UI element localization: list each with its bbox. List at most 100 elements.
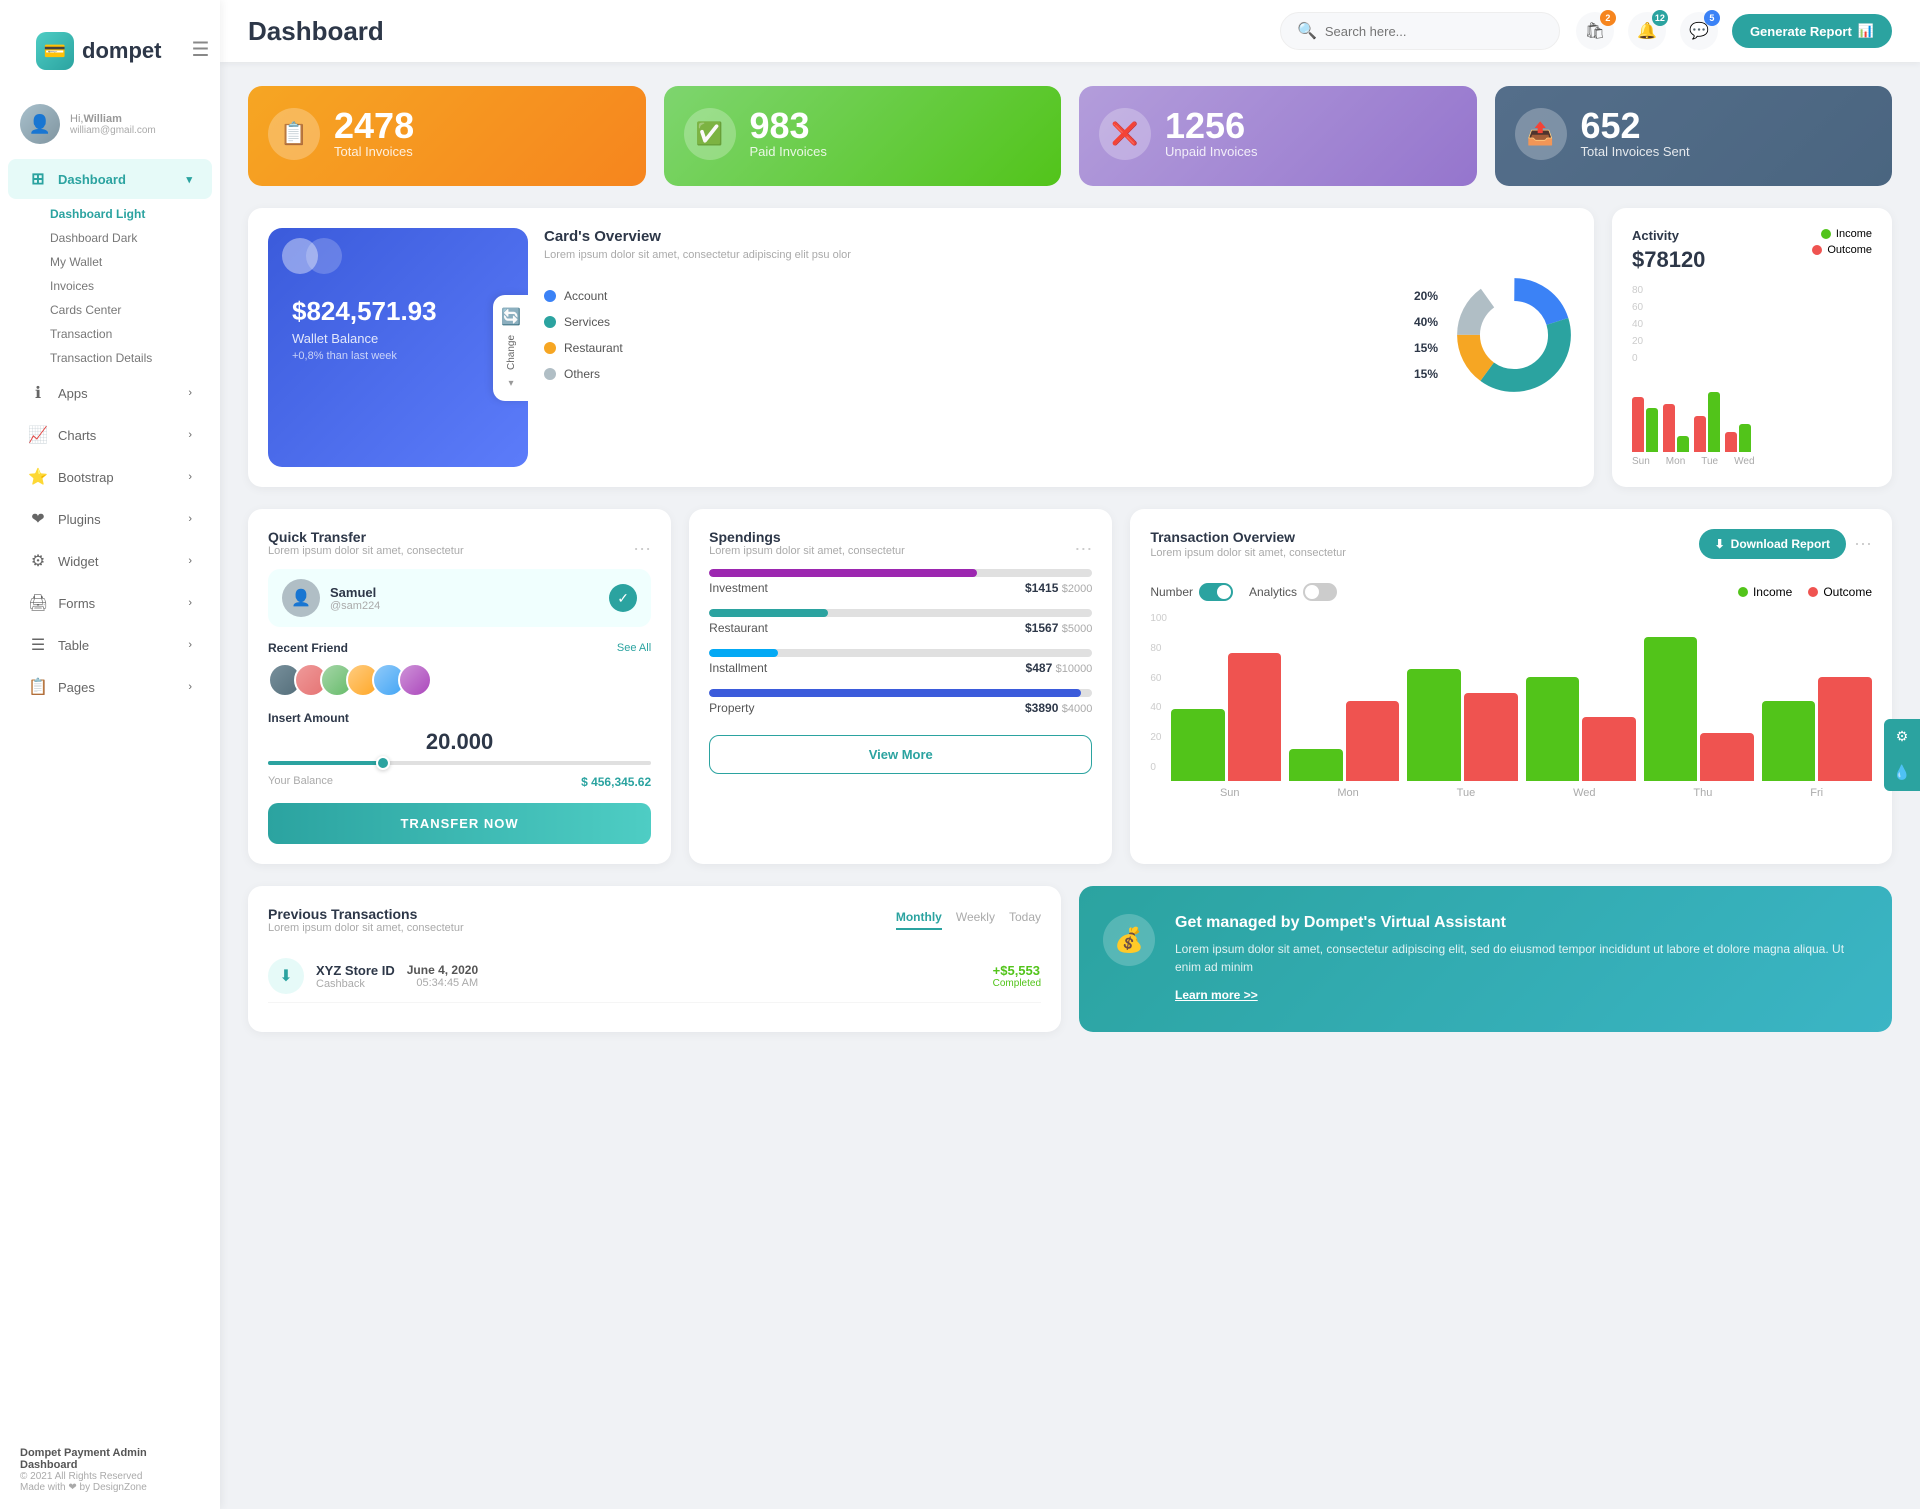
- sidebar-item-plugins[interactable]: ❤ Plugins ›: [8, 499, 212, 539]
- analytics-toggle[interactable]: [1303, 583, 1337, 601]
- paid-invoices-icon: ✅: [684, 108, 736, 160]
- bar-group-tue: [1694, 392, 1720, 452]
- card-circle-2: [306, 238, 342, 274]
- bar-group-thu: [1644, 637, 1754, 781]
- change-btn[interactable]: 🔄 Change ▾: [493, 294, 528, 400]
- download-label: Download Report: [1731, 537, 1830, 551]
- total-invoices-icon: 📋: [268, 108, 320, 160]
- sidebar-item-dashboard[interactable]: ⊞ Dashboard ▾: [8, 159, 212, 199]
- sidebar-item-label: Plugins: [58, 512, 101, 527]
- sidebar-item-bootstrap[interactable]: ⭐ Bootstrap ›: [8, 457, 212, 497]
- sidebar-item-widget[interactable]: ⚙ Widget ›: [8, 541, 212, 581]
- spendings-panel: Spendings Lorem ipsum dolor sit amet, co…: [689, 509, 1112, 864]
- number-toggle[interactable]: [1199, 583, 1233, 601]
- outcome-bar: [1632, 397, 1644, 452]
- tab-monthly[interactable]: Monthly: [896, 910, 942, 930]
- chevron-right-icon: ›: [188, 471, 192, 483]
- submenu-item-transaction[interactable]: Transaction: [50, 322, 200, 346]
- settings-icon-btn[interactable]: ⚙: [1884, 719, 1920, 755]
- outcome-dot: [1812, 245, 1822, 255]
- chevron-right-icon: ›: [188, 681, 192, 693]
- submenu-item-dashboard-dark[interactable]: Dashboard Dark: [50, 226, 200, 250]
- sidebar-item-forms[interactable]: 🖨 Forms ›: [8, 583, 212, 623]
- friend-avatar-6[interactable]: [398, 663, 432, 697]
- txn-overview-menu-icon[interactable]: ⋯: [1854, 534, 1872, 555]
- submenu-item-cards-center[interactable]: Cards Center: [50, 298, 200, 322]
- contact-handle: @sam224: [330, 600, 380, 612]
- income-bar: [1171, 709, 1225, 781]
- donut-chart: [1454, 275, 1574, 395]
- txn-bar-chart: [1171, 621, 1872, 781]
- sidebar-item-charts[interactable]: 📈 Charts ›: [8, 415, 212, 455]
- tab-today[interactable]: Today: [1009, 910, 1041, 930]
- wallet-card: $824,571.93 Wallet Balance +0,8% than la…: [268, 228, 528, 467]
- stat-card-total-sent: 📤 652 Total Invoices Sent: [1495, 86, 1893, 186]
- amount-slider[interactable]: [268, 761, 651, 765]
- table-row: ⬇ XYZ Store ID Cashback June 4, 2020 05:…: [268, 950, 1041, 1003]
- quick-transfer-menu-icon[interactable]: ⋯: [633, 539, 651, 560]
- sidebar-item-pages[interactable]: 📋 Pages ›: [8, 667, 212, 707]
- spending-item-installment: Installment $487 $10000: [709, 649, 1092, 675]
- logo-text: dompet: [82, 38, 161, 64]
- submenu-item-transaction-details[interactable]: Transaction Details: [50, 346, 200, 370]
- recent-friends-row: Recent Friend See All: [268, 641, 651, 655]
- download-report-button[interactable]: ⬇ Download Report: [1699, 529, 1846, 559]
- chevron-down-icon: ▾: [509, 378, 514, 389]
- submenu-item-my-wallet[interactable]: My Wallet: [50, 250, 200, 274]
- footer-copyright: © 2021 All Rights Reserved: [20, 1471, 200, 1482]
- txn-chart-container: 100 80 60 40 20 0: [1150, 613, 1872, 799]
- water-drop-icon-btn[interactable]: 💧: [1884, 755, 1920, 791]
- income-bar: [1762, 701, 1816, 781]
- chat-icon-btn[interactable]: 💬 5: [1680, 12, 1718, 50]
- income-bar: [1708, 392, 1720, 452]
- sidebar-item-label: Widget: [58, 554, 98, 569]
- footer-made-with: Made with ❤ by DesignZone: [20, 1482, 200, 1493]
- txn-overview-subtitle: Lorem ipsum dolor sit amet, consectetur: [1150, 547, 1346, 559]
- sidebar-item-label: Charts: [58, 428, 96, 443]
- transfer-now-button[interactable]: TRANSFER NOW: [268, 803, 651, 844]
- va-learn-more-link[interactable]: Learn more >>: [1175, 988, 1258, 1002]
- page-title: Dashboard: [248, 16, 1264, 47]
- avatar: 👤: [20, 104, 60, 144]
- outcome-legend: Income Outcome: [1738, 585, 1872, 599]
- bell-icon-btn[interactable]: 🔔 12: [1628, 12, 1666, 50]
- sidebar-item-table[interactable]: ☰ Table ›: [8, 625, 212, 665]
- total-invoices-label: Total Invoices: [334, 144, 414, 159]
- txn-type-icon: ⬇: [268, 958, 304, 994]
- total-sent-label: Total Invoices Sent: [1581, 144, 1690, 159]
- sidebar-item-label: Apps: [58, 386, 88, 401]
- chevron-right-icon: ›: [188, 555, 192, 567]
- prev-txn-row: Previous Transactions Lorem ipsum dolor …: [248, 886, 1892, 1032]
- search-input[interactable]: [1325, 24, 1525, 39]
- search-icon: 🔍: [1297, 21, 1317, 41]
- unpaid-invoices-number: 1256: [1165, 108, 1258, 144]
- generate-report-button[interactable]: Generate Report 📊: [1732, 14, 1892, 48]
- submenu-item-dashboard-light[interactable]: Dashboard Light: [50, 202, 200, 226]
- check-icon: ✓: [609, 584, 637, 612]
- chart-row: Account 20% Services 40% Restaurant: [544, 275, 1574, 395]
- see-all-link[interactable]: See All: [617, 642, 651, 654]
- stat-card-unpaid-invoices: ❌ 1256 Unpaid Invoices: [1079, 86, 1477, 186]
- bar-group-wed: [1725, 424, 1751, 452]
- view-more-button[interactable]: View More: [709, 735, 1092, 774]
- income-bar: [1644, 637, 1698, 781]
- sidebar-item-label: Pages: [58, 680, 95, 695]
- spending-item-property: Property $3890 $4000: [709, 689, 1092, 715]
- spendings-menu-icon[interactable]: ⋯: [1074, 539, 1092, 560]
- table-icon: ☰: [28, 635, 48, 655]
- cards-overview-section: $824,571.93 Wallet Balance +0,8% than la…: [248, 208, 1594, 487]
- transfer-amount: 20.000: [268, 729, 651, 755]
- prev-txn-header: Previous Transactions Lorem ipsum dolor …: [268, 906, 1041, 946]
- chevron-right-icon: ›: [188, 639, 192, 651]
- download-icon: ⬇: [1715, 537, 1725, 551]
- sidebar-item-apps[interactable]: ℹ Apps ›: [8, 373, 212, 413]
- prev-txn-title: Previous Transactions: [268, 906, 464, 922]
- hamburger-icon[interactable]: ☰: [181, 37, 219, 62]
- submenu-item-invoices[interactable]: Invoices: [50, 274, 200, 298]
- income-dot: [1821, 229, 1831, 239]
- tab-weekly[interactable]: Weekly: [956, 910, 995, 930]
- shopping-icon-btn[interactable]: 🛍 2: [1576, 12, 1614, 50]
- income-bar: [1289, 749, 1343, 781]
- txn-overview-title: Transaction Overview: [1150, 529, 1346, 545]
- prev-txn-tabs: Monthly Weekly Today: [896, 910, 1041, 930]
